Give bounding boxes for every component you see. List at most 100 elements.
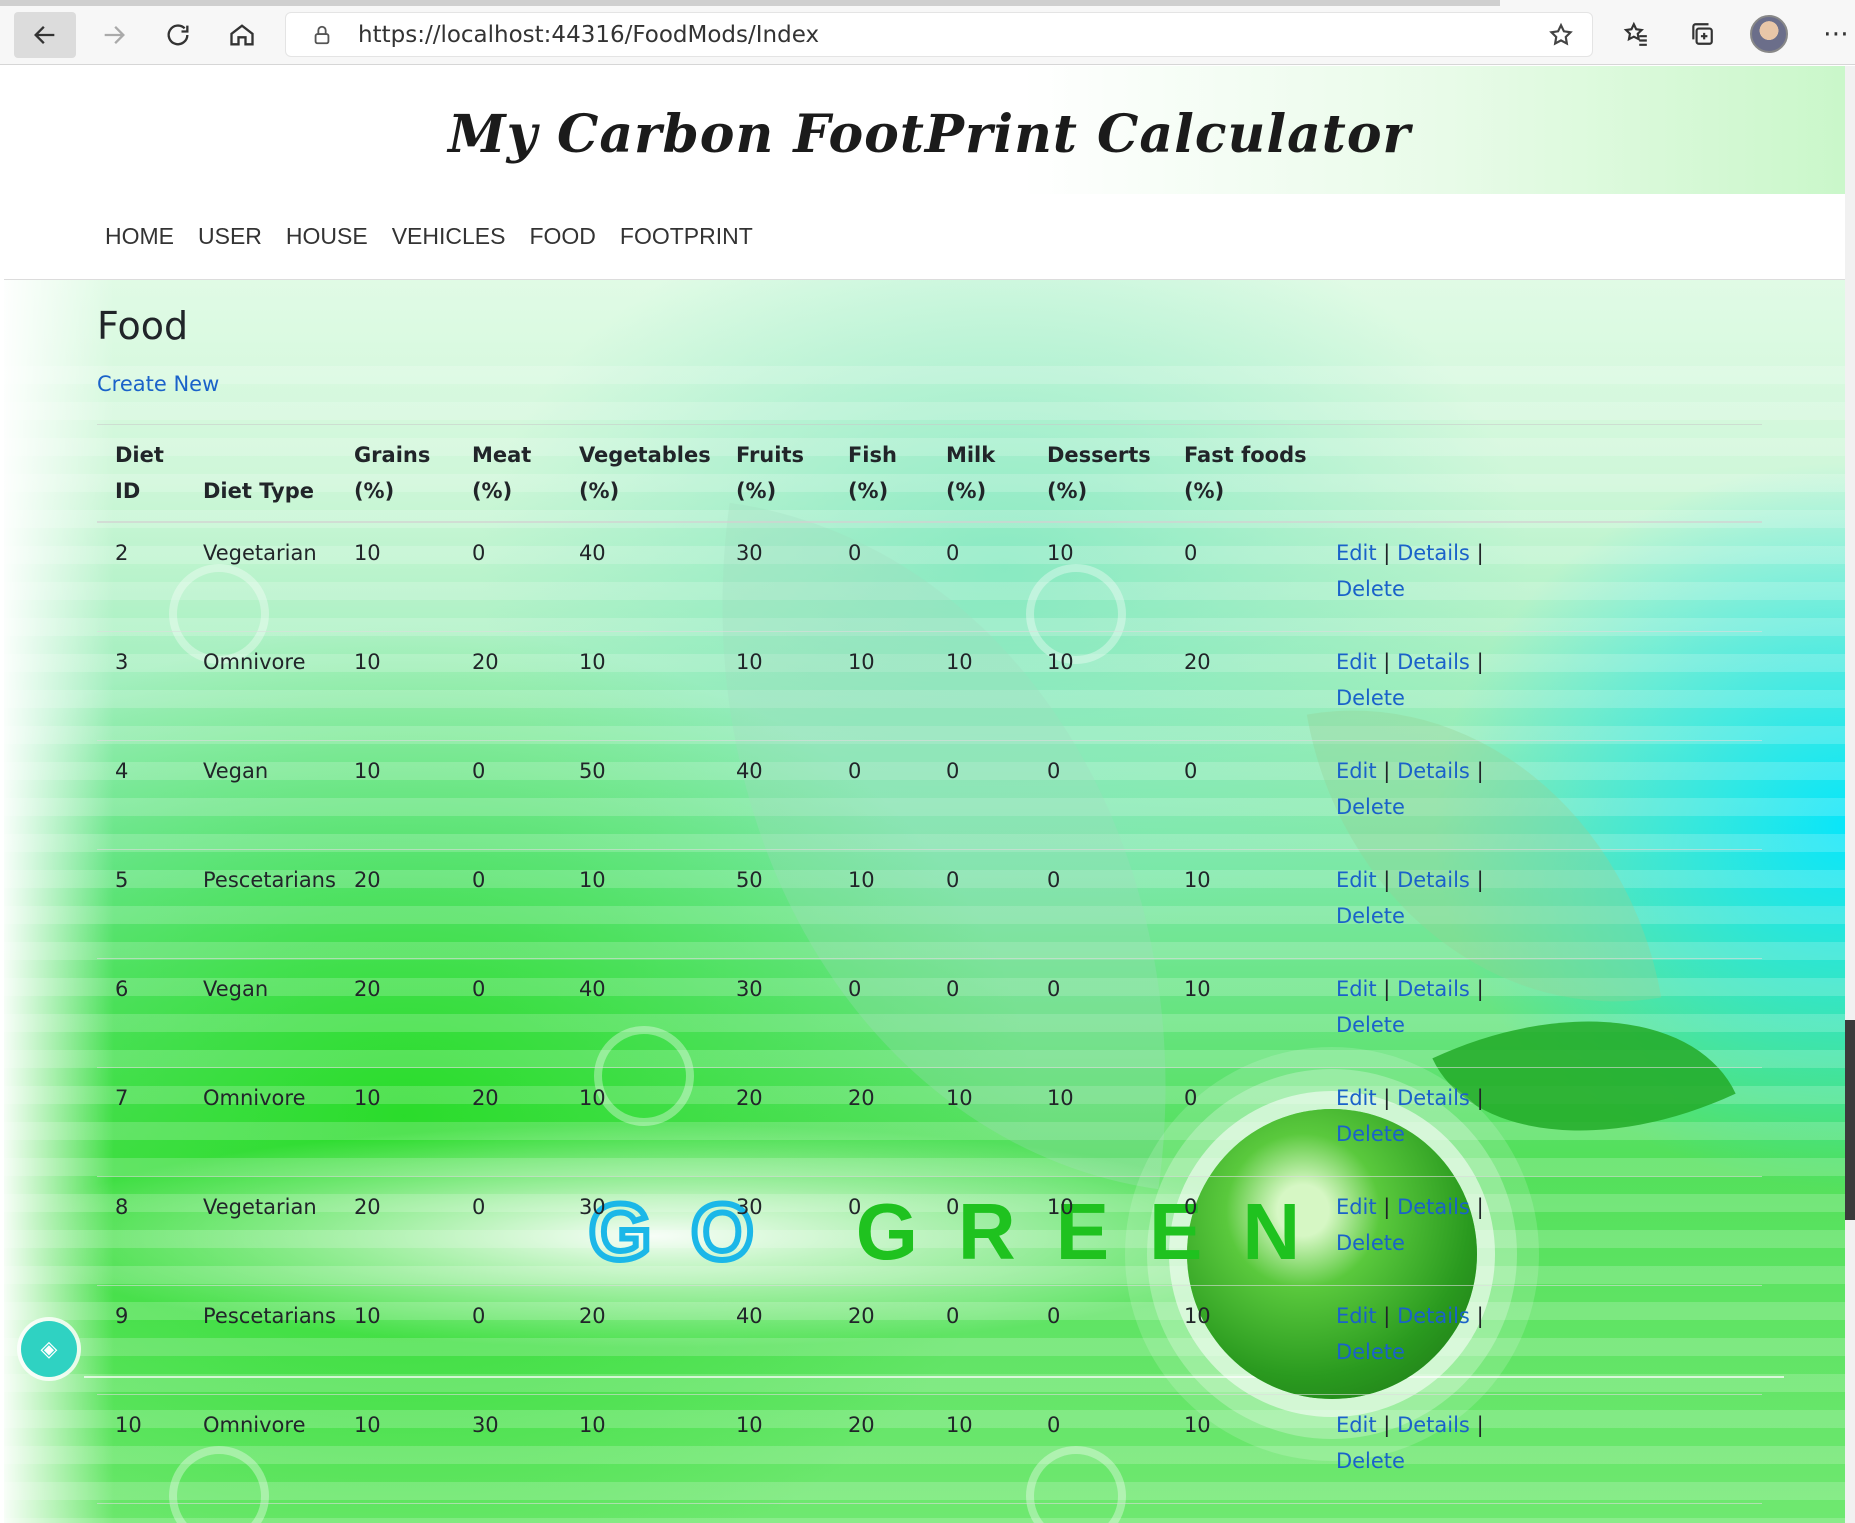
column-header: Meat (%) (453, 424, 561, 523)
url-text[interactable]: https://localhost:44316/FoodMods/Index (358, 22, 819, 48)
table-cell: 0 (829, 1176, 928, 1286)
delete-link[interactable]: Delete (1336, 1340, 1405, 1364)
details-link[interactable]: Details (1397, 868, 1470, 892)
nav-home[interactable]: HOME (105, 223, 174, 250)
table-cell: 0 (927, 522, 1029, 632)
action-separator: | (1476, 1303, 1484, 1328)
delete-link[interactable]: Delete (1336, 795, 1405, 819)
table-cell: 20 (1165, 631, 1318, 741)
table-cell: Pescetarians (185, 1285, 336, 1395)
table-cell: 4 (97, 740, 185, 850)
table-cell: 20 (335, 849, 454, 959)
column-header-line: Diet Type (203, 479, 315, 503)
table-cell: 0 (829, 958, 928, 1068)
edit-link[interactable]: Edit (1336, 977, 1377, 1001)
add-favorite-icon[interactable] (1548, 22, 1574, 52)
table-cell: 0 (1028, 1285, 1166, 1395)
delete-link[interactable]: Delete (1336, 686, 1405, 710)
table-cell: 10 (97, 1394, 185, 1504)
table-cell: 30 (560, 1176, 718, 1286)
column-header-line: (%) (578, 479, 620, 503)
action-separator: | (1476, 1412, 1484, 1437)
reload-button[interactable] (148, 12, 208, 58)
scrollbar[interactable] (1845, 66, 1855, 1523)
edit-link[interactable]: Edit (1336, 1086, 1377, 1110)
floating-assistant-button[interactable]: ◈ (21, 1321, 77, 1377)
column-header-line: Grains (353, 443, 431, 467)
table-cell: Omnivore (185, 1394, 336, 1504)
delete-link[interactable]: Delete (1336, 577, 1405, 601)
edit-link[interactable]: Edit (1336, 1413, 1377, 1437)
action-separator: | (1383, 1194, 1391, 1219)
column-header-line: (%) (353, 479, 395, 503)
delete-link[interactable]: Delete (1336, 1122, 1405, 1146)
action-separator: | (1383, 976, 1391, 1001)
profile-avatar[interactable] (1750, 15, 1788, 53)
more-icon[interactable]: ⋯ (1816, 14, 1855, 54)
column-header-line: (%) (471, 479, 513, 503)
action-separator: | (1383, 649, 1391, 674)
nav-house[interactable]: HOUSE (286, 223, 368, 250)
table-cell: 10 (829, 631, 928, 741)
table-cell: 20 (335, 958, 454, 1068)
nav-food[interactable]: FOOD (529, 223, 595, 250)
column-header-line: (%) (735, 479, 777, 503)
edit-link[interactable]: Edit (1336, 759, 1377, 783)
edit-link[interactable]: Edit (1336, 868, 1377, 892)
create-new-link[interactable]: Create New (97, 372, 219, 396)
table-cell: 0 (1165, 740, 1318, 850)
table-cell: 30 (453, 1394, 561, 1504)
table-cell: 10 (335, 740, 454, 850)
action-separator: | (1383, 541, 1391, 565)
edit-link[interactable]: Edit (1336, 1195, 1377, 1219)
web-page: GO GREEN My Carbon FootPrint Calculator … (4, 66, 1855, 1523)
table-cell: 10 (1028, 631, 1166, 741)
delete-link[interactable]: Delete (1336, 1449, 1405, 1473)
column-header-line: Vegetables (578, 443, 711, 467)
action-separator: | (1383, 1085, 1391, 1110)
collections-icon[interactable] (1682, 14, 1722, 54)
nav-user[interactable]: USER (198, 223, 262, 250)
lock-icon[interactable] (302, 23, 342, 47)
details-link[interactable]: Details (1397, 759, 1470, 783)
details-link[interactable]: Details (1397, 1304, 1470, 1328)
table-cell: 10 (1165, 849, 1318, 959)
details-link[interactable]: Details (1397, 977, 1470, 1001)
table-cell: 10 (335, 1394, 454, 1504)
forward-button[interactable] (84, 12, 144, 58)
table-cell: Pescetarians (185, 849, 336, 959)
column-header: Fish (%) (829, 424, 928, 523)
delete-link[interactable]: Delete (1336, 904, 1405, 928)
action-separator: | (1476, 649, 1484, 674)
table-cell: 20 (335, 1176, 454, 1286)
table-cell: 0 (1165, 522, 1318, 632)
table-cell: 0 (1028, 1394, 1166, 1504)
details-link[interactable]: Details (1397, 650, 1470, 674)
details-link[interactable]: Details (1397, 1195, 1470, 1219)
scrollbar-thumb[interactable] (1845, 1020, 1855, 1220)
forward-icon (104, 26, 125, 44)
edit-link[interactable]: Edit (1336, 541, 1377, 565)
table-cell: 10 (1165, 1285, 1318, 1395)
column-header: Fruits (%) (717, 424, 830, 523)
table-cell: 10 (927, 1067, 1029, 1177)
nav-footprint[interactable]: FOOTPRINT (620, 223, 753, 250)
table-cell: Omnivore (185, 631, 336, 741)
table-cell: 0 (453, 740, 561, 850)
back-button[interactable] (14, 12, 76, 58)
favorites-icon[interactable] (1616, 14, 1656, 54)
delete-link[interactable]: Delete (1336, 1013, 1405, 1037)
details-link[interactable]: Details (1397, 1413, 1470, 1437)
nav-vehicles[interactable]: VEHICLES (392, 223, 506, 250)
edit-link[interactable]: Edit (1336, 1304, 1377, 1328)
row-actions: Edit | Details | Delete (1317, 631, 1762, 741)
address-bar[interactable]: https://localhost:44316/FoodMods/Index (285, 12, 1593, 57)
details-link[interactable]: Details (1397, 541, 1470, 565)
details-link[interactable]: Details (1397, 1086, 1470, 1110)
edit-link[interactable]: Edit (1336, 650, 1377, 674)
table-cell: 5 (97, 849, 185, 959)
delete-link[interactable]: Delete (1336, 1231, 1405, 1255)
action-separator: | (1476, 541, 1484, 565)
home-button[interactable] (212, 12, 272, 58)
table-cell: 2 (97, 522, 185, 632)
